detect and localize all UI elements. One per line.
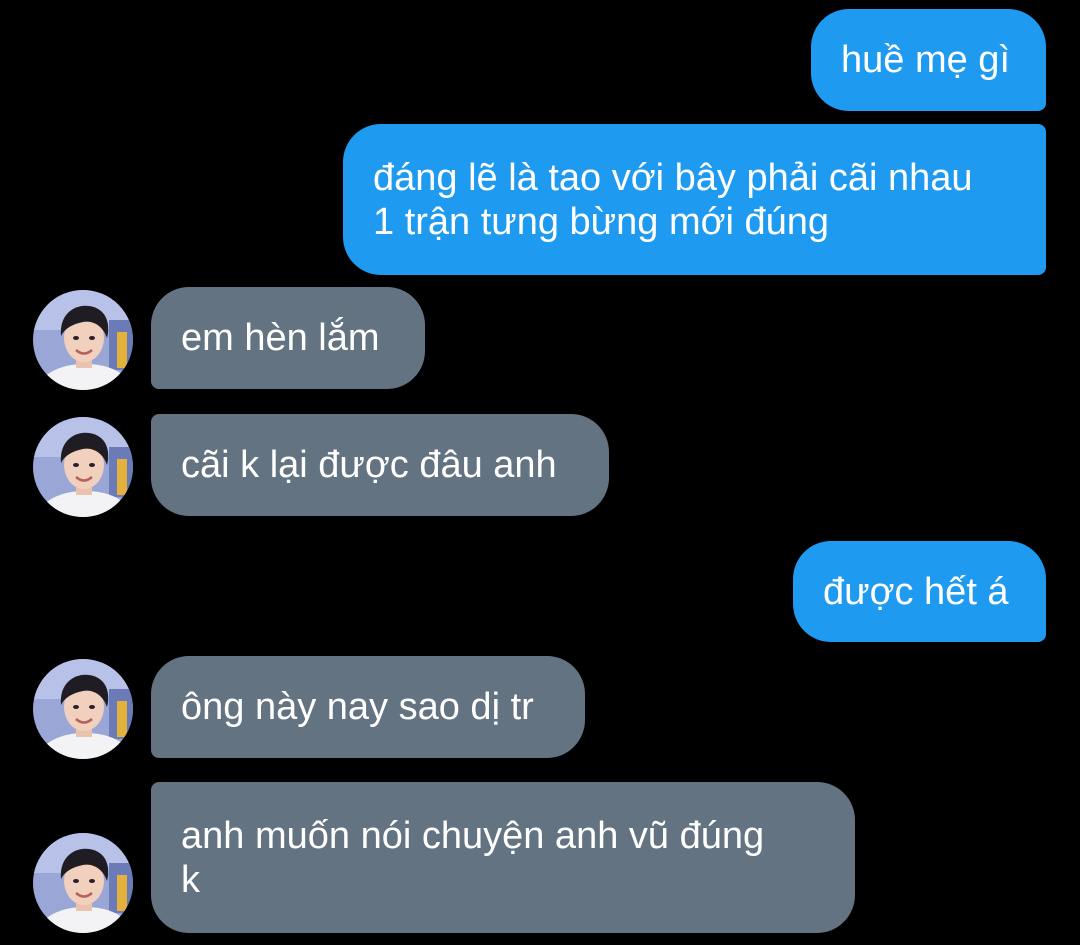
avatar-photo-icon: [33, 417, 133, 517]
message-bubble-outgoing[interactable]: huề mẹ gì: [811, 9, 1046, 111]
message-bubble-outgoing[interactable]: đáng lẽ là tao với bây phải cãi nhau 1 t…: [343, 124, 1046, 275]
message-text: được hết á: [823, 570, 1009, 613]
avatar-photo-icon: [33, 290, 133, 390]
message-text: cãi k lại được đâu anh: [181, 444, 557, 486]
message-text: k: [181, 858, 200, 901]
avatar-photo-icon: [33, 833, 133, 933]
chat-thread: huề mẹ gì đáng lẽ là tao với bây phải cã…: [0, 0, 1080, 945]
avatar-photo-icon: [33, 659, 133, 759]
message-text: đáng lẽ là tao với bây phải cãi nhau: [373, 156, 973, 199]
message-text: huề mẹ gì: [841, 39, 1010, 81]
message-bubble-outgoing[interactable]: được hết á: [793, 541, 1046, 642]
contact-avatar[interactable]: [33, 659, 133, 759]
message-bubble-incoming[interactable]: ông này nay sao dị tr: [151, 656, 585, 758]
message-text: em hèn lắm: [181, 317, 380, 359]
message-text: anh muốn nói chuyện anh vũ đúng: [181, 814, 765, 857]
message-text: ông này nay sao dị tr: [181, 686, 534, 728]
contact-avatar[interactable]: [33, 290, 133, 390]
message-bubble-incoming[interactable]: cãi k lại được đâu anh: [151, 414, 609, 516]
message-text: 1 trận tưng bừng mới đúng: [373, 200, 830, 243]
contact-avatar[interactable]: [33, 417, 133, 517]
message-bubble-incoming[interactable]: anh muốn nói chuyện anh vũ đúng k: [151, 782, 855, 933]
message-bubble-incoming[interactable]: em hèn lắm: [151, 287, 425, 389]
contact-avatar[interactable]: [33, 833, 133, 933]
